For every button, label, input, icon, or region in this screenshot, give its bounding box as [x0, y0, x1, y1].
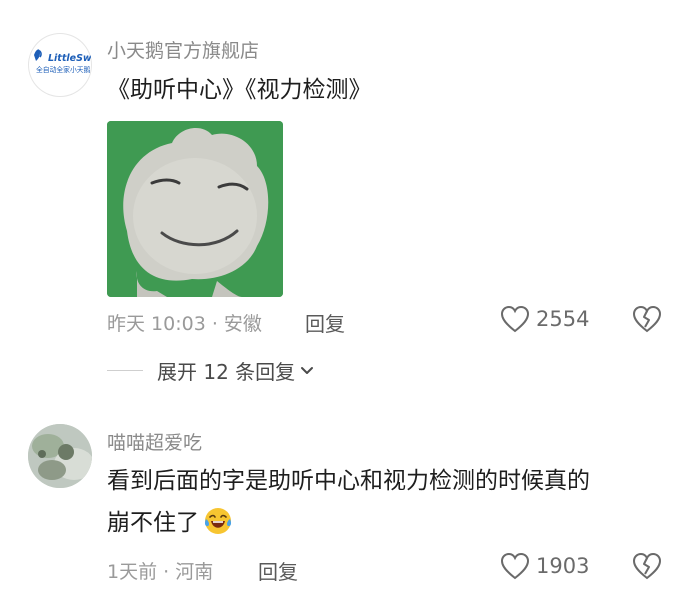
avatar-brand-text: LittleSwan — [48, 53, 92, 64]
avatar-brand-subtext: 全自动全家小天鹅 — [36, 65, 91, 74]
laughing-crying-emoji-icon — [204, 508, 232, 534]
comment-text: 看到后面的字是助听中心和视力检测的时候真的 — [107, 468, 590, 494]
comment-item: LittleSwan 全自动全家小天鹅 小天鹅官方旗舰店 《助听中心》《视力检测… — [0, 0, 690, 400]
dislike-button[interactable] — [632, 305, 662, 337]
chevron-down-icon — [301, 366, 314, 374]
dislike-button[interactable] — [632, 552, 662, 584]
comment-text-continued: 崩不住了 — [107, 510, 199, 536]
avatar[interactable] — [28, 424, 92, 488]
heart-icon — [500, 305, 530, 333]
username[interactable]: 喵喵超爱吃 — [107, 428, 202, 455]
username[interactable]: 小天鹅官方旗舰店 — [107, 36, 259, 63]
avatar[interactable]: LittleSwan 全自动全家小天鹅 — [28, 33, 92, 97]
comment-meta: 1天前 · 河南 — [107, 561, 214, 583]
comment-text: 《助听中心》《视力检测》 — [107, 77, 372, 103]
smiling-blob-sticker-icon — [107, 121, 283, 297]
expand-replies-button[interactable]: 展开 12 条回复 — [107, 356, 315, 385]
like-count: 2554 — [536, 307, 590, 331]
comment-sticker[interactable] — [107, 121, 283, 297]
like-button[interactable]: 1903 — [500, 552, 589, 580]
broken-heart-icon — [632, 552, 662, 580]
user-photo-icon — [28, 424, 92, 488]
like-count: 1903 — [536, 554, 590, 578]
littleswan-logo-icon: LittleSwan 全自动全家小天鹅 — [34, 49, 92, 74]
broken-heart-icon — [632, 305, 662, 333]
like-button[interactable]: 2554 — [500, 305, 589, 333]
reply-button[interactable]: 回复 — [305, 308, 345, 337]
reply-button[interactable]: 回复 — [258, 556, 298, 585]
comment-meta: 昨天 10:03 · 安徽 — [107, 313, 262, 335]
comment-item: 喵喵超爱吃 看到后面的字是助听中心和视力检测的时候真的 崩不住了 1天前 · 河… — [0, 400, 690, 599]
comment-text-line2: 崩不住了 — [107, 502, 233, 544]
expand-replies-label: 展开 12 条回复 — [157, 360, 296, 384]
heart-icon — [500, 552, 530, 580]
divider — [107, 370, 143, 371]
